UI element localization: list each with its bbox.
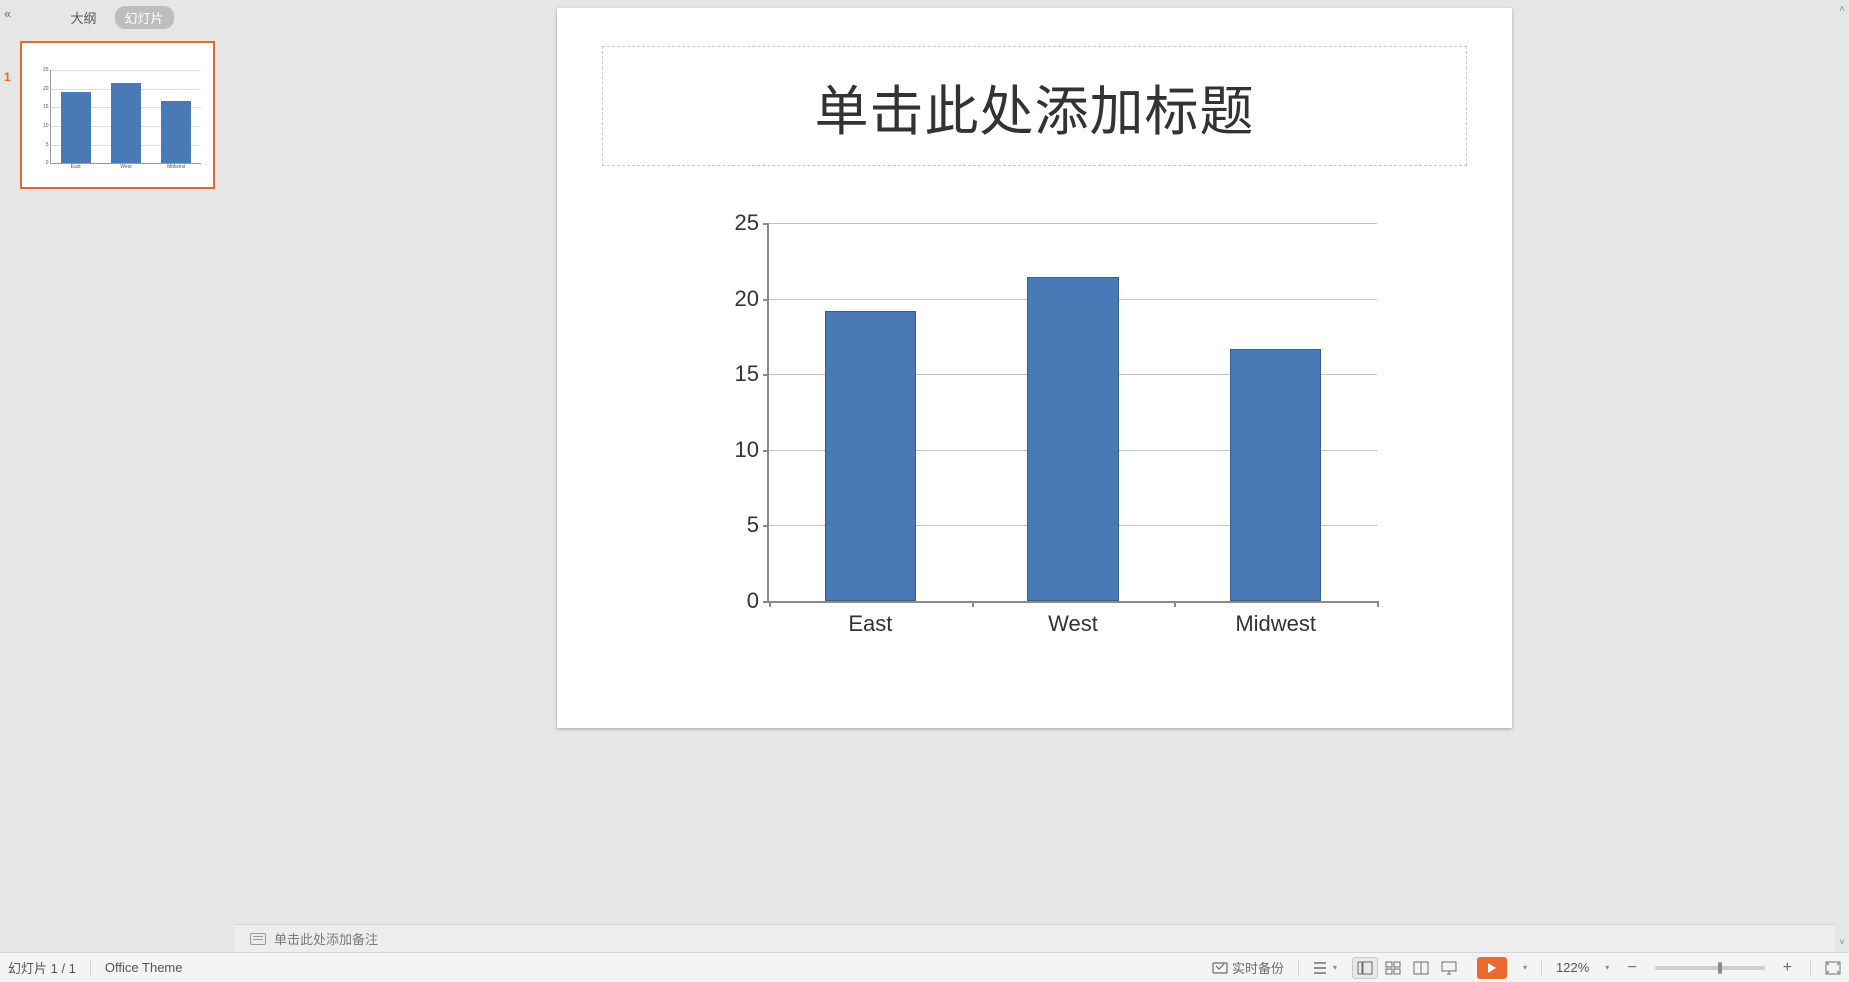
chart-xtick-label: East [848, 601, 892, 637]
divider [90, 960, 91, 976]
zoom-in-button[interactable]: + [1779, 959, 1796, 977]
zoom-out-button[interactable]: − [1623, 959, 1640, 977]
chart-object[interactable]: 0510152025EastWestMidwest [697, 208, 1397, 658]
tab-outline[interactable]: 大纲 [60, 6, 106, 29]
notes-icon [250, 933, 266, 945]
thumbnail-preview: 0510152025EastWestMidwest [32, 54, 204, 176]
panel-tabs: 大纲 幻灯片 [0, 0, 234, 35]
slide-thumbnail-1[interactable]: 0510152025EastWestMidwest [20, 41, 215, 189]
fit-to-window-button[interactable] [1825, 961, 1841, 975]
play-dropdown-icon[interactable]: ▾ [1523, 963, 1527, 972]
slide-canvas[interactable]: 单击此处添加标题 0510152025EastWestMidwest [557, 8, 1512, 728]
divider [1541, 960, 1542, 976]
chart-gridline [769, 223, 1377, 224]
notes-pane[interactable]: 单击此处添加备注 [234, 924, 1835, 952]
notes-placeholder: 单击此处添加备注 [274, 929, 378, 948]
title-placeholder-text: 单击此处添加标题 [815, 67, 1255, 146]
backup-status[interactable]: 实时备份 [1212, 958, 1284, 977]
play-icon [1488, 963, 1496, 973]
chart-xtick-label: West [1048, 601, 1098, 637]
editor-area: 单击此处添加标题 0510152025EastWestMidwest 单击此处添… [234, 0, 1835, 952]
play-slideshow-button[interactable] [1477, 957, 1507, 979]
status-bar: 幻灯片 1 / 1 Office Theme 实时备份 ▾ [0, 952, 1849, 982]
theme-name: Office Theme [105, 960, 183, 975]
title-placeholder-box[interactable]: 单击此处添加标题 [602, 46, 1467, 166]
tab-slides[interactable]: 幻灯片 [115, 6, 174, 29]
thumbnail-number: 1 [4, 70, 11, 84]
slideshow-view-button[interactable] [1436, 957, 1462, 979]
menu-icon[interactable]: ▾ [1313, 961, 1337, 975]
scroll-up-icon[interactable]: ˄ [1839, 0, 1845, 19]
backup-label: 实时备份 [1232, 958, 1284, 977]
chart-bar [1230, 349, 1321, 602]
zoom-slider[interactable] [1655, 966, 1765, 970]
main-area: « 大纲 幻灯片 1 0510152025EastWestMidwest [0, 0, 1849, 952]
zoom-level[interactable]: 122% [1556, 960, 1589, 975]
view-mode-group [1351, 956, 1463, 980]
slide-panel: « 大纲 幻灯片 1 0510152025EastWestMidwest [0, 0, 234, 952]
slide-counter: 幻灯片 1 / 1 [8, 958, 76, 977]
chart-bar [1027, 277, 1118, 601]
sorter-view-button[interactable] [1380, 957, 1406, 979]
app-root: « 大纲 幻灯片 1 0510152025EastWestMidwest [0, 0, 1849, 982]
divider [1810, 960, 1811, 976]
chart-xtick-label: Midwest [1235, 601, 1316, 637]
zoom-dropdown-icon[interactable]: ▾ [1605, 963, 1609, 972]
slide-canvas-wrap: 单击此处添加标题 0510152025EastWestMidwest [234, 0, 1835, 924]
vertical-scrollbar[interactable]: ˄ ˅ [1835, 0, 1849, 952]
collapse-panel-icon[interactable]: « [4, 6, 11, 21]
chart-plot-area: 0510152025EastWestMidwest [767, 223, 1377, 603]
scroll-down-icon[interactable]: ˅ [1839, 933, 1845, 952]
reading-view-button[interactable] [1408, 957, 1434, 979]
thumbnail-list: 1 0510152025EastWestMidwest [0, 35, 234, 952]
divider [1298, 960, 1299, 976]
chart-bar [825, 311, 916, 601]
normal-view-button[interactable] [1352, 957, 1378, 979]
